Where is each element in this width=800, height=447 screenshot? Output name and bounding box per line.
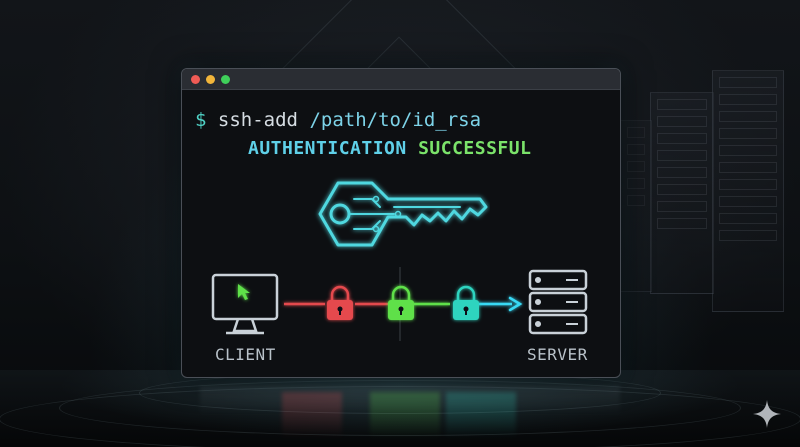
server-rack-decor [712,70,784,312]
connection-diagram: CLIENT SERVER [182,259,620,377]
key-icon [310,169,490,259]
terminal-titlebar [182,69,620,90]
terminal-window: $ ssh-add /path/to/id_rsa AUTHENTICATION… [181,68,621,378]
sparkle-icon [751,398,783,430]
server-icon [528,269,588,335]
padlock-icon [327,285,353,320]
command-args: /path/to/id_rsa [309,109,482,131]
auth-status: AUTHENTICATION SUCCESSFUL [248,138,531,159]
close-button[interactable] [191,75,200,84]
padlock-icon [388,285,414,320]
prompt-symbol: $ [195,109,207,131]
server-rack-decor [650,92,714,294]
command-name: ssh-add [217,109,298,131]
reflection-white [200,386,620,416]
maximize-button[interactable] [221,75,230,84]
monitor-icon [211,273,279,335]
cursor-icon [238,284,250,300]
padlock-icon [453,285,479,320]
status-word-authentication: AUTHENTICATION [248,138,407,159]
command-line: $ ssh-add /path/to/id_rsa [195,109,481,131]
client-label: CLIENT [215,345,276,364]
server-label: SERVER [527,345,588,364]
minimize-button[interactable] [206,75,215,84]
status-word-successful: SUCCESSFUL [418,138,532,159]
server-rack-decor [620,120,652,292]
